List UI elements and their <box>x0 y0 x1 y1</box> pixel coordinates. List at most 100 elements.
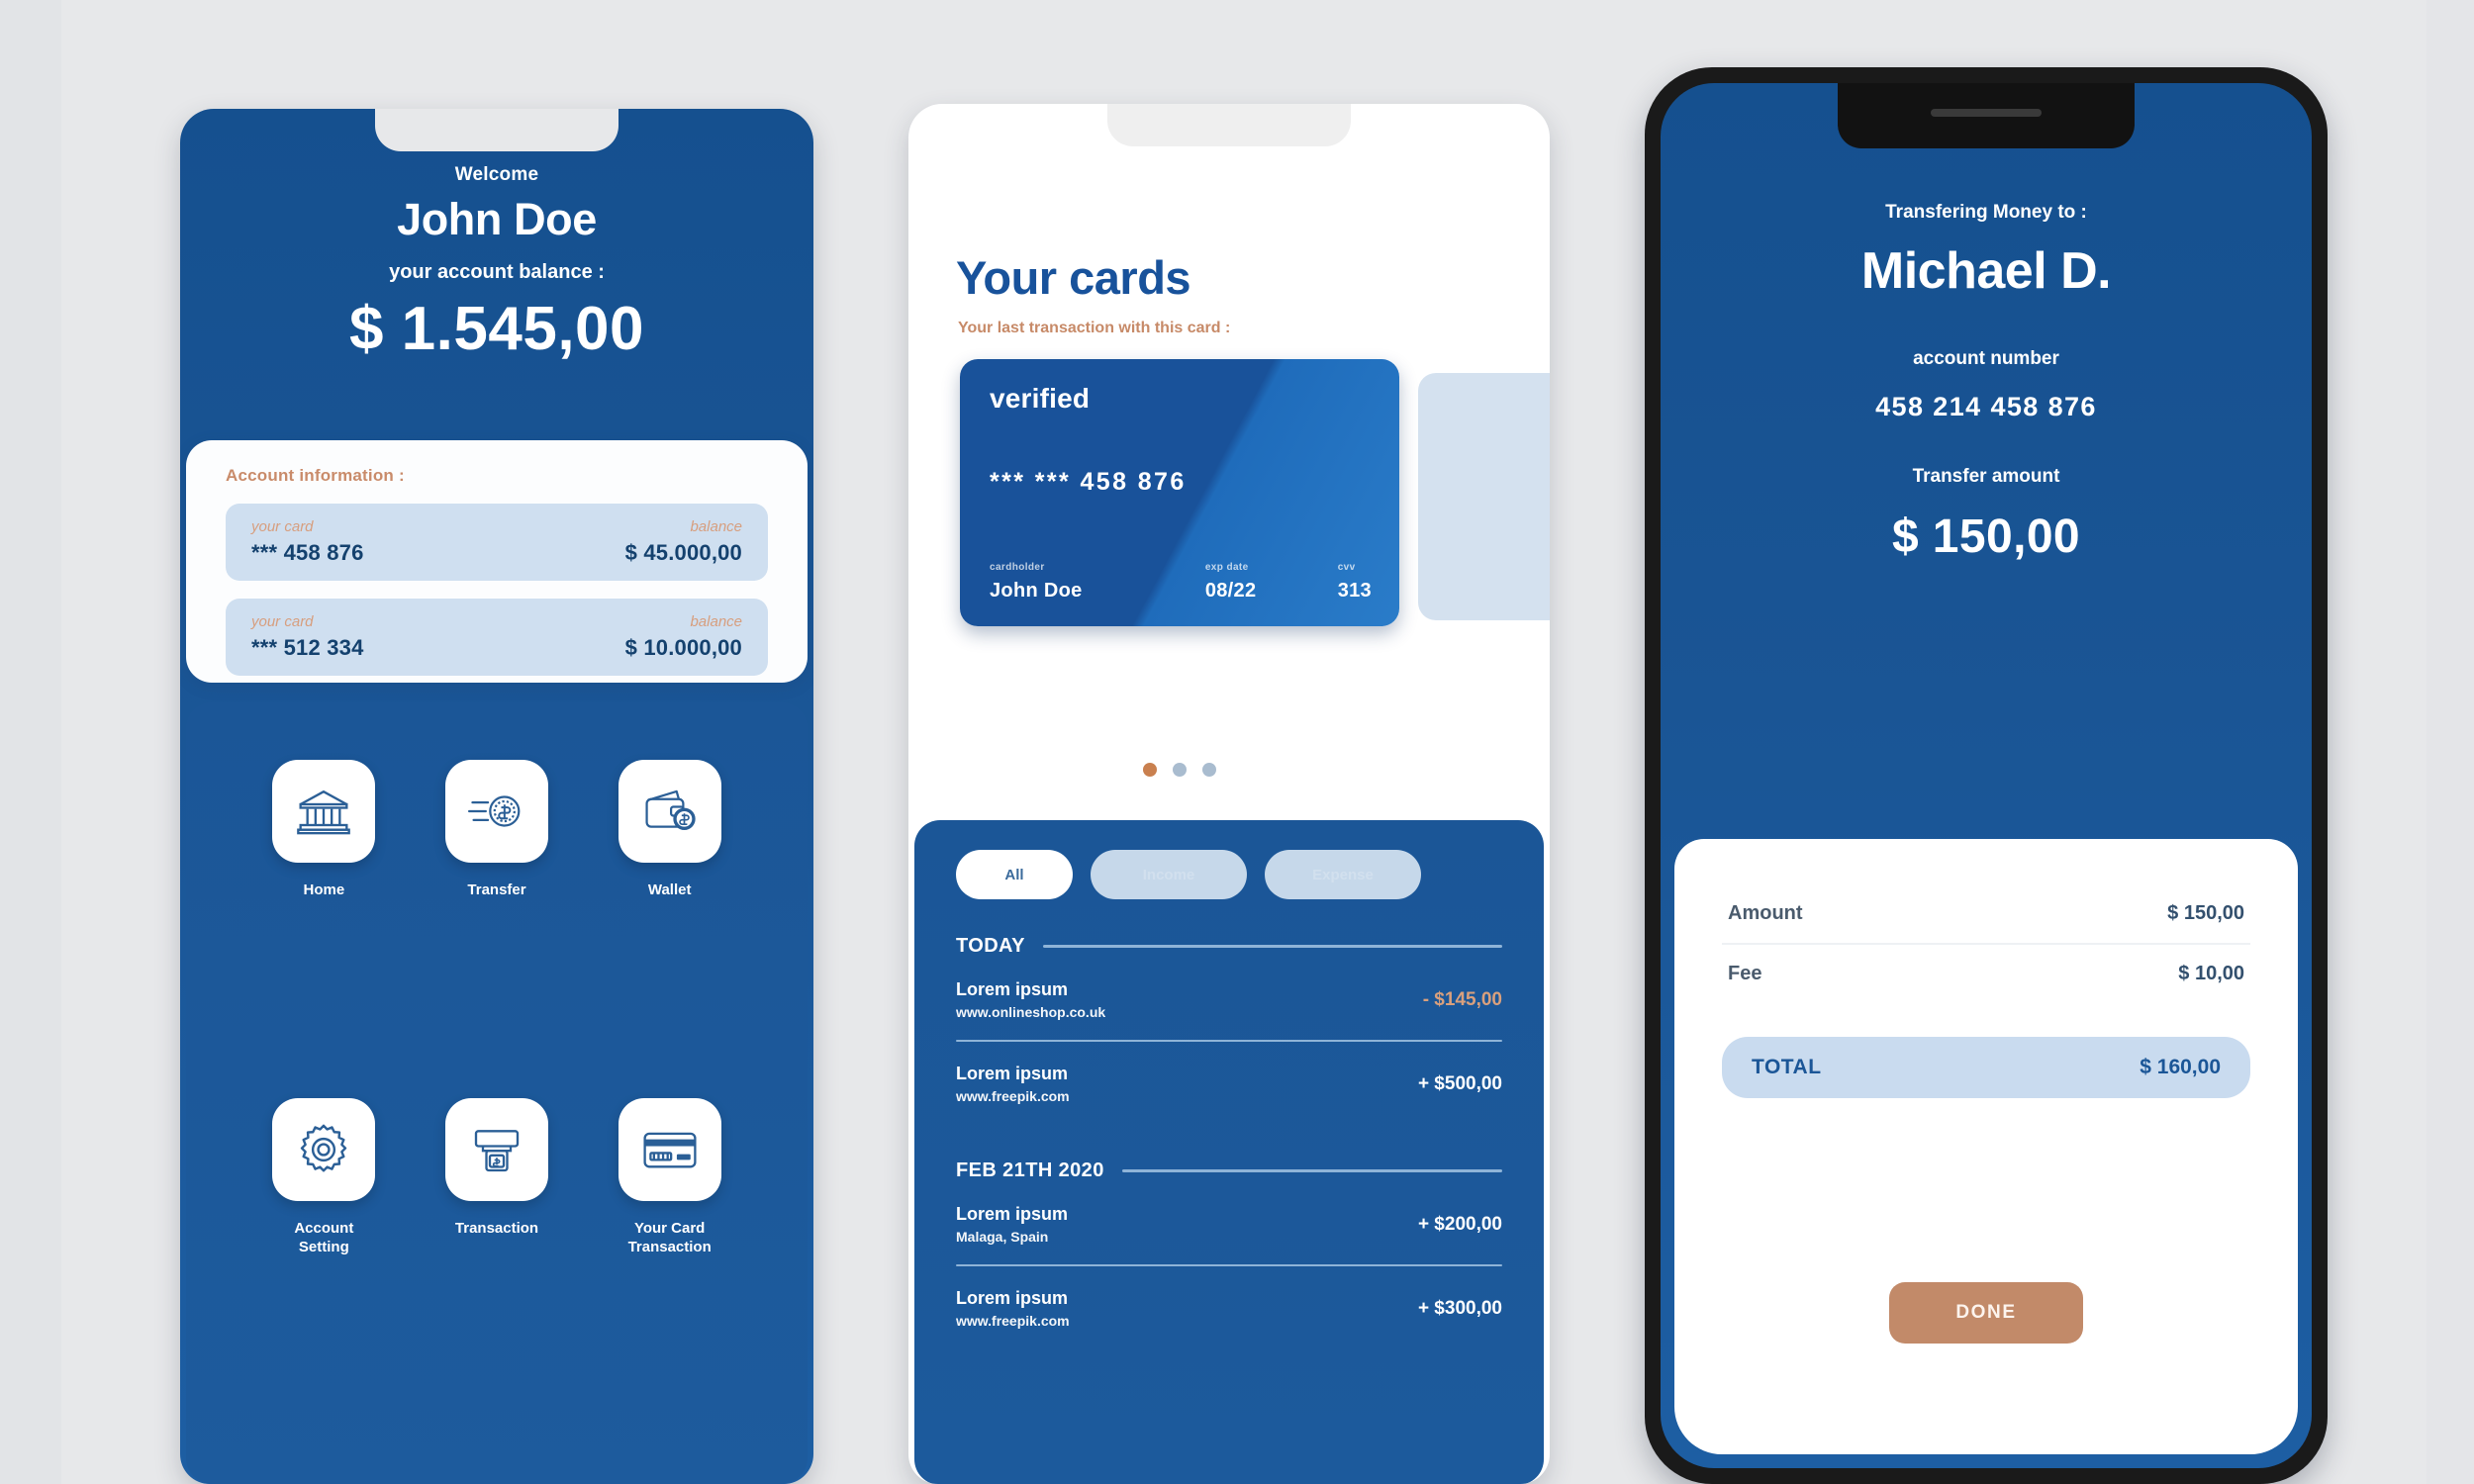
exp-date-label: exp date <box>1204 562 1249 573</box>
menu-item-transaction[interactable]: Transaction <box>411 1098 584 1427</box>
account-information-card: Account information : your card *** 458 … <box>186 440 808 683</box>
menu-item-account-setting[interactable]: Account Setting <box>238 1098 411 1427</box>
transaction-title: Lorem ipsum <box>956 1064 1069 1083</box>
account-balance-value: $ 10.000,00 <box>624 635 742 660</box>
account-balance-column: balance $ 45.000,00 <box>625 518 742 566</box>
transaction-info: Lorem ipsum Malaga, Spain <box>956 1204 1068 1245</box>
account-card-label: your card <box>251 518 314 535</box>
done-button[interactable]: DONE <box>1889 1282 2083 1344</box>
screen-transfer-phone: Transfering Money to : Michael D. accoun… <box>1645 67 2328 1484</box>
dashboard-header: Welcome John Doe your account balance : … <box>180 164 813 364</box>
transaction-title: Lorem ipsum <box>956 1288 1069 1308</box>
menu-item-home[interactable]: Home <box>238 760 411 1088</box>
menu-item-label: Your Card Transaction <box>627 1220 712 1256</box>
cardholder-label: cardholder <box>990 562 1045 573</box>
status-notch <box>1107 104 1351 146</box>
transaction-source: Malaga, Spain <box>956 1229 1049 1245</box>
pagination-dot[interactable] <box>1202 763 1216 777</box>
card-preview-next[interactable] <box>1418 373 1550 620</box>
account-card-label: your card <box>251 613 314 630</box>
card-details-row: cardholder John Doe exp date 08/22 cvv 3… <box>990 562 1372 603</box>
account-balance-label: balance <box>690 518 742 535</box>
transfer-to-label: Transfering Money to : <box>1885 202 2087 223</box>
account-number-value: 458 214 458 876 <box>1875 392 2097 421</box>
account-card-number: *** 458 876 <box>251 540 364 565</box>
background-strip-right <box>2426 0 2474 1484</box>
screen-your-cards: Your cards Your last transaction with th… <box>908 104 1550 1484</box>
cvv-label: cvv <box>1337 562 1356 573</box>
total-label: TOTAL <box>1752 1056 1822 1078</box>
transaction-source: www.freepik.com <box>956 1088 1070 1104</box>
atm-icon <box>444 1098 548 1201</box>
status-notch <box>375 109 618 151</box>
menu-item-label: Transaction <box>454 1220 539 1237</box>
section-heading: TODAY <box>956 935 1025 957</box>
transaction-row[interactable]: Lorem ipsum www.onlineshop.co.uk - $145,… <box>956 958 1502 1040</box>
account-row[interactable]: your card *** 512 334 balance $ 10.000,0… <box>226 599 768 676</box>
speaker-grille-icon <box>1931 109 2042 117</box>
transaction-row[interactable]: Lorem ipsum www.freepik.com + $300,00 <box>956 1266 1502 1348</box>
filter-expense[interactable]: Expense <box>1265 850 1421 899</box>
transaction-row[interactable]: Lorem ipsum www.freepik.com + $500,00 <box>956 1042 1502 1124</box>
quick-actions-grid: Home Transfer Wallet Account Setting Tra… <box>186 702 808 1484</box>
transfer-amount-value: $ 150,00 <box>1891 510 2081 563</box>
recipient-name: Michael D. <box>1860 242 2112 300</box>
transaction-info: Lorem ipsum www.freepik.com <box>956 1064 1070 1104</box>
section-header-feb: FEB 21TH 2020 <box>956 1159 1502 1182</box>
transactions-panel: All Income Expense TODAY Lorem ipsum www… <box>914 820 1544 1484</box>
menu-item-your-card-transaction[interactable]: Your Card Transaction <box>583 1098 756 1427</box>
credit-card-icon <box>618 1098 721 1201</box>
transfer-summary-sheet: Amount $ 150,00 Fee $ 10,00 TOTAL $ 160,… <box>1674 839 2298 1454</box>
cvv-value: 313 <box>1337 580 1372 602</box>
account-number-label: account number <box>1913 348 2059 369</box>
section-rule <box>1121 1169 1502 1172</box>
card-status-badge: verified <box>990 383 1091 414</box>
menu-item-label: Wallet <box>647 881 692 898</box>
account-balance-label: balance <box>690 613 742 630</box>
account-card-number: *** 512 334 <box>251 635 364 660</box>
summary-label: Fee <box>1728 963 1762 984</box>
transaction-filter-group: All Income Expense <box>956 850 1502 899</box>
screen-dashboard: Welcome John Doe your account balance : … <box>180 109 813 1484</box>
transaction-amount: + $500,00 <box>1417 1072 1502 1094</box>
carousel-pagination <box>960 763 1399 777</box>
summary-value: $ 10,00 <box>2178 963 2244 984</box>
summary-value: $ 150,00 <box>2167 902 2244 924</box>
filter-all[interactable]: All <box>956 850 1073 899</box>
account-balance-value: $ 45.000,00 <box>624 540 742 565</box>
credit-card[interactable]: verified *** *** 458 876 cardholder John… <box>960 359 1399 626</box>
card-number: *** *** 458 876 <box>990 468 1187 496</box>
account-row[interactable]: your card *** 458 876 balance $ 45.000,0… <box>226 504 768 581</box>
background-strip-left <box>0 0 61 1484</box>
exp-date-value: 08/22 <box>1204 580 1257 602</box>
summary-row-total: TOTAL $ 160,00 <box>1722 1037 2250 1098</box>
transfer-amount-label: Transfer amount <box>1912 466 2060 487</box>
menu-item-transfer[interactable]: Transfer <box>411 760 584 1088</box>
summary-row-amount: Amount $ 150,00 <box>1722 884 2250 943</box>
wallet-icon <box>618 760 721 863</box>
page-title: Your cards <box>956 251 1191 304</box>
transaction-amount: + $300,00 <box>1417 1297 1502 1319</box>
menu-item-wallet[interactable]: Wallet <box>583 760 756 1088</box>
pagination-dot[interactable] <box>1173 763 1187 777</box>
cardholder-block: cardholder John Doe <box>990 562 1083 603</box>
account-balance-column: balance $ 10.000,00 <box>625 613 742 661</box>
user-name: John Doe <box>397 194 597 244</box>
cvv-block: cvv 313 <box>1338 562 1372 603</box>
account-information-title: Account information : <box>226 466 405 485</box>
pagination-dot[interactable] <box>1143 763 1157 777</box>
section-header-today: TODAY <box>956 935 1502 958</box>
transaction-source: www.onlineshop.co.uk <box>956 1004 1106 1020</box>
gear-icon <box>272 1098 376 1201</box>
exp-date-block: exp date 08/22 <box>1205 562 1257 603</box>
money-transfer-icon <box>444 760 548 863</box>
menu-item-label: Account Setting <box>294 1220 354 1256</box>
section-heading: FEB 21TH 2020 <box>956 1159 1104 1181</box>
transaction-title: Lorem ipsum <box>956 1204 1069 1224</box>
phone-viewport: Transfering Money to : Michael D. accoun… <box>1661 83 2312 1468</box>
cardholder-value: John Doe <box>990 580 1083 602</box>
transaction-amount: + $200,00 <box>1417 1213 1502 1235</box>
transaction-info: Lorem ipsum www.freepik.com <box>956 1288 1070 1329</box>
transaction-row[interactable]: Lorem ipsum Malaga, Spain + $200,00 <box>956 1182 1502 1264</box>
filter-income[interactable]: Income <box>1091 850 1247 899</box>
